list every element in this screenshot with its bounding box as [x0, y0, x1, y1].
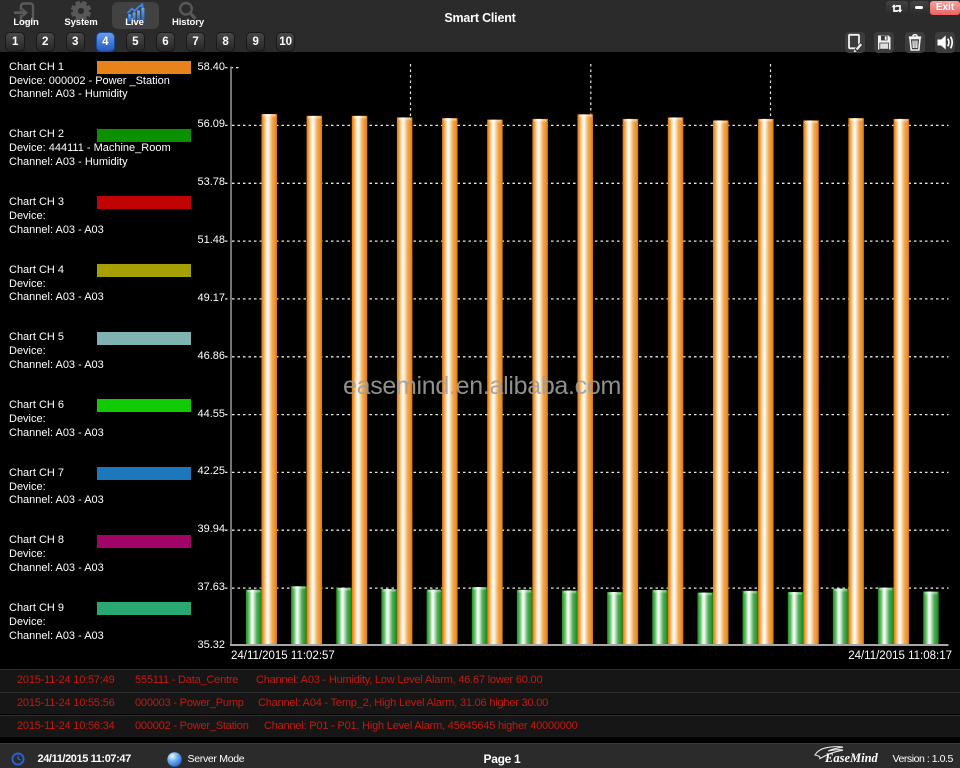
svg-text:EaseMind: EaseMind	[824, 751, 879, 765]
